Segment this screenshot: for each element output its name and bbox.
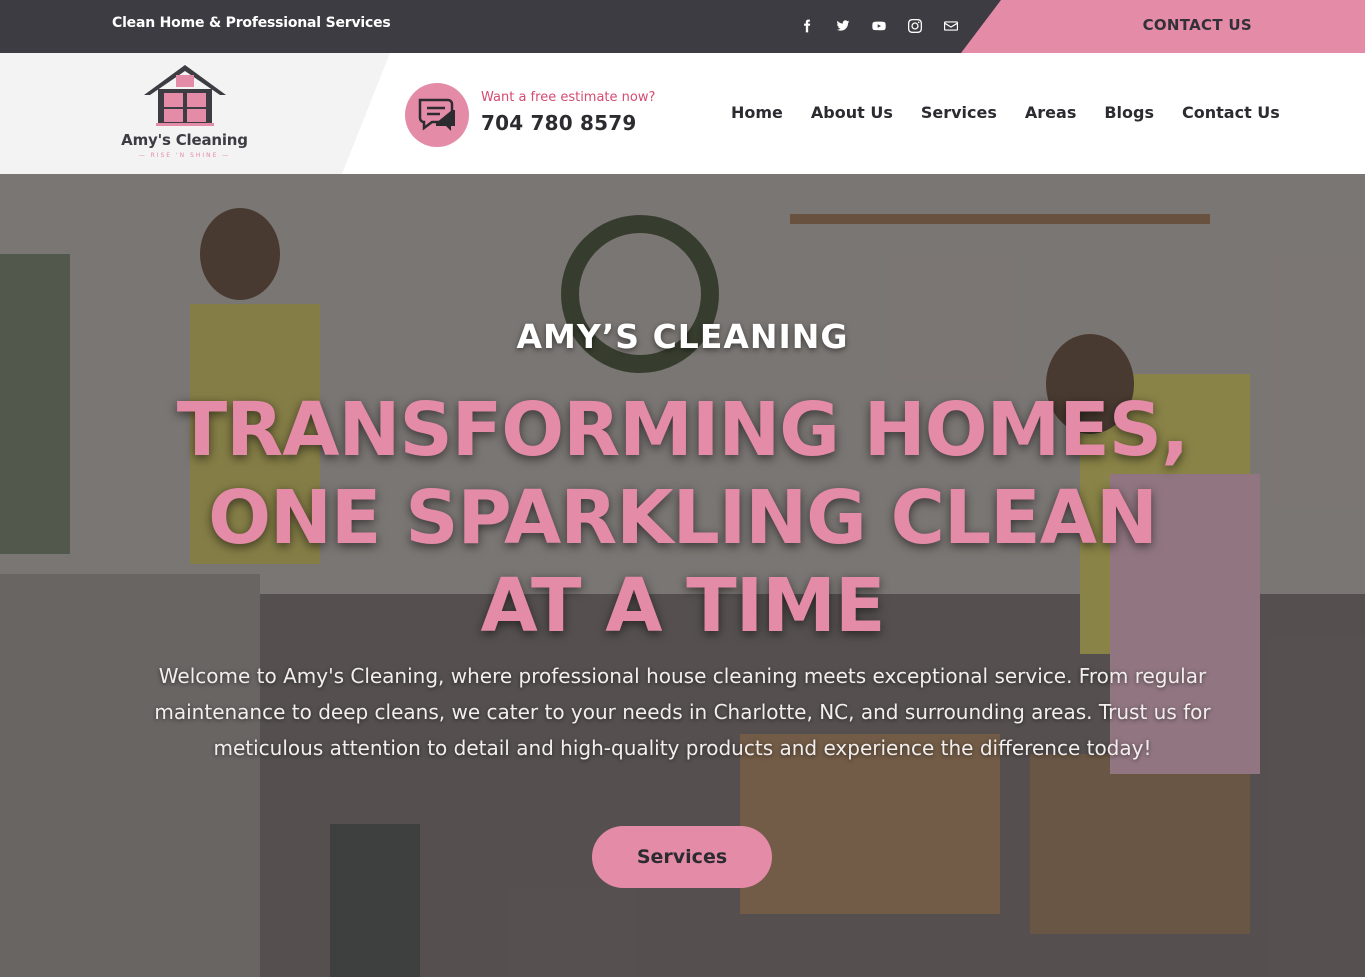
facebook-icon[interactable] bbox=[798, 17, 816, 35]
phone-number[interactable]: 704 780 8579 bbox=[481, 111, 637, 135]
brand-name: Amy's Cleaning bbox=[121, 131, 248, 149]
brand-slogan: — RISE 'N SHINE — bbox=[138, 152, 231, 159]
youtube-icon[interactable] bbox=[870, 17, 888, 35]
hero-section: AMY’S CLEANING TRANSFORMING HOMES, ONE S… bbox=[0, 174, 1365, 977]
hero-headline: TRANSFORMING HOMES, ONE SPARKLING CLEAN … bbox=[30, 386, 1335, 650]
twitter-icon[interactable] bbox=[834, 17, 852, 35]
nav-blogs[interactable]: Blogs bbox=[1104, 103, 1154, 122]
site-logo[interactable]: Amy's Cleaning — RISE 'N SHINE — bbox=[112, 63, 257, 163]
house-logo-icon bbox=[144, 65, 226, 126]
nav-services[interactable]: Services bbox=[921, 103, 997, 122]
hero-intro: Welcome to Amy's Cleaning, where profess… bbox=[150, 658, 1215, 766]
nav-home[interactable]: Home bbox=[731, 103, 783, 122]
top-bar: Clean Home & Professional Services CONTA… bbox=[0, 0, 1365, 53]
hero-intro-line-1: Welcome to Amy's Cleaning, where profess… bbox=[158, 664, 1207, 688]
estimate-label: Want a free estimate now? bbox=[481, 90, 656, 105]
top-bar-tagline: Clean Home & Professional Services bbox=[112, 15, 391, 31]
hero-headline-line-3: AT A TIME bbox=[480, 563, 886, 649]
free-estimate[interactable]: Want a free estimate now? 704 780 8579 bbox=[405, 83, 705, 147]
hero-headline-line-2: ONE SPARKLING CLEAN bbox=[208, 475, 1158, 561]
nav-about-us[interactable]: About Us bbox=[811, 103, 893, 122]
hero-headline-line-1: TRANSFORMING HOMES, bbox=[176, 387, 1189, 473]
contact-us-label[interactable]: CONTACT US bbox=[1143, 16, 1252, 34]
nav-areas[interactable]: Areas bbox=[1025, 103, 1076, 122]
chat-bubble-icon bbox=[405, 83, 469, 147]
hero-intro-line-3: meticulous attention to detail and high-… bbox=[213, 736, 1152, 760]
contact-us-tab[interactable]: CONTACT US bbox=[961, 0, 1365, 53]
nav-contact-us[interactable]: Contact Us bbox=[1182, 103, 1280, 122]
hero-intro-line-2: maintenance to deep cleans, we cater to … bbox=[154, 700, 1211, 724]
instagram-icon[interactable] bbox=[906, 17, 924, 35]
main-nav: Home About Us Services Areas Blogs Conta… bbox=[731, 103, 1280, 122]
mail-icon[interactable] bbox=[942, 17, 960, 35]
services-button[interactable]: Services bbox=[592, 826, 772, 888]
social-links bbox=[798, 17, 960, 35]
site-header: Amy's Cleaning — RISE 'N SHINE — Want a … bbox=[0, 53, 1365, 174]
hero-kicker: AMY’S CLEANING bbox=[516, 317, 849, 356]
